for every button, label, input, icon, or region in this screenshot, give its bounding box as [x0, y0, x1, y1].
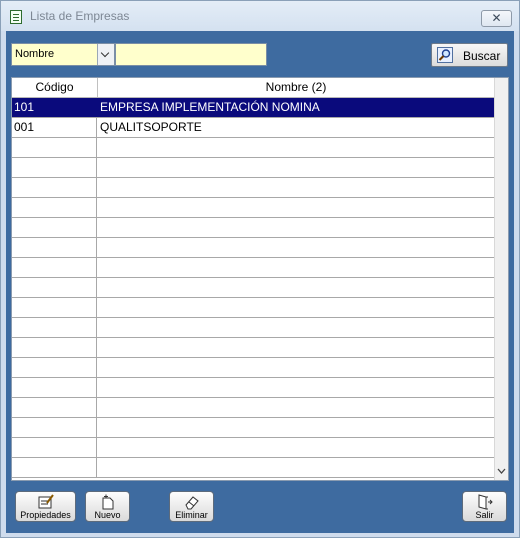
companies-table: Código Nombre (2) 101 EMPRESA IMPLEMENTAC… [11, 77, 509, 481]
cell-nombre [98, 158, 494, 177]
eliminar-label: Eliminar [175, 510, 208, 520]
cell-nombre [98, 398, 494, 417]
propiedades-label: Propiedades [20, 510, 71, 520]
empty-row[interactable] [12, 398, 494, 418]
column-header-nombre[interactable]: Nombre (2) [98, 78, 494, 97]
empty-row[interactable] [12, 418, 494, 438]
search-input[interactable] [115, 43, 267, 66]
field-select[interactable]: Nombre [11, 43, 115, 66]
cell-nombre [98, 138, 494, 157]
app-icon [10, 10, 22, 24]
cell-nombre [98, 378, 494, 397]
cell-codigo [12, 278, 97, 297]
cell-nombre: EMPRESA IMPLEMENTACIÓN NOMINA [100, 100, 320, 114]
salir-label: Salir [475, 510, 494, 520]
chevron-down-icon[interactable] [97, 44, 114, 65]
cell-nombre [98, 298, 494, 317]
properties-icon [38, 494, 54, 510]
propiedades-button[interactable]: Propiedades [15, 491, 76, 522]
cell-codigo [12, 178, 97, 197]
nuevo-button[interactable]: Nuevo [85, 491, 130, 522]
window-title: Lista de Empresas [30, 9, 130, 23]
empty-row[interactable] [12, 198, 494, 218]
cell-codigo [12, 258, 97, 277]
cell-codigo [12, 238, 97, 257]
cell-codigo [12, 158, 97, 177]
cell-codigo [12, 198, 97, 217]
scroll-up-icon[interactable] [497, 80, 506, 92]
buscar-button[interactable]: Buscar [431, 43, 508, 67]
empty-row[interactable] [12, 138, 494, 158]
table-header: Código Nombre (2) [12, 78, 494, 98]
empty-row[interactable] [12, 358, 494, 378]
cell-codigo: 001 [12, 118, 97, 137]
buscar-label: Buscar [463, 49, 501, 63]
empty-row[interactable] [12, 438, 494, 458]
empty-row[interactable] [12, 378, 494, 398]
cell-codigo [12, 398, 97, 417]
eliminar-button[interactable]: Eliminar [169, 491, 214, 522]
cell-nombre [98, 258, 494, 277]
table-row[interactable]: 001 QUALITSOPORTE [12, 118, 494, 138]
empty-row[interactable] [12, 298, 494, 318]
close-button[interactable]: ✕ [481, 10, 512, 27]
cell-codigo [12, 218, 97, 237]
cell-nombre [98, 338, 494, 357]
empty-row[interactable] [12, 318, 494, 338]
empty-row[interactable] [12, 238, 494, 258]
cell-nombre [98, 238, 494, 257]
cell-codigo [12, 378, 97, 397]
cell-codigo [12, 318, 97, 337]
cell-nombre [98, 358, 494, 377]
empty-row[interactable] [12, 278, 494, 298]
nuevo-label: Nuevo [94, 510, 121, 520]
main-frame: Nombre Buscar Código Nombre (2) 101 EMPRE… [6, 31, 514, 533]
window: Lista de Empresas ✕ Nombre Buscar Código [0, 0, 520, 538]
cell-nombre: QUALITSOPORTE [100, 120, 202, 134]
cell-codigo [12, 358, 97, 377]
cell-nombre [98, 198, 494, 217]
title-bar[interactable]: Lista de Empresas ✕ [1, 1, 519, 31]
vertical-scrollbar[interactable] [494, 78, 508, 480]
cell-nombre [98, 458, 494, 477]
cell-codigo [12, 458, 97, 477]
field-select-value: Nombre [15, 48, 55, 60]
cell-nombre [98, 278, 494, 297]
empty-row[interactable] [12, 338, 494, 358]
column-header-codigo[interactable]: Código [12, 78, 98, 97]
table-body: 101 EMPRESA IMPLEMENTACIÓN NOMINA 001 QUALI… [12, 98, 494, 478]
cell-codigo [12, 338, 97, 357]
search-toolbar: Nombre Buscar [6, 31, 514, 71]
chevron-down-icon[interactable] [497, 465, 506, 477]
cell-codigo [12, 438, 97, 457]
cell-codigo [12, 418, 97, 437]
new-document-icon [100, 494, 116, 510]
empty-row[interactable] [12, 178, 494, 198]
empty-row[interactable] [12, 158, 494, 178]
cell-nombre [98, 438, 494, 457]
cell-codigo: 101 [12, 98, 97, 117]
cell-nombre [98, 178, 494, 197]
table-row[interactable]: 101 EMPRESA IMPLEMENTACIÓN NOMINA [12, 98, 494, 118]
cell-nombre [98, 318, 494, 337]
empty-row[interactable] [12, 458, 494, 478]
salir-button[interactable]: Salir [462, 491, 507, 522]
cell-codigo [12, 138, 97, 157]
cell-nombre [98, 218, 494, 237]
cell-nombre [98, 418, 494, 437]
cell-codigo [12, 298, 97, 317]
empty-row[interactable] [12, 258, 494, 278]
exit-door-icon [477, 494, 493, 510]
empty-row[interactable] [12, 218, 494, 238]
search-icon [437, 47, 453, 63]
eraser-icon [184, 494, 200, 510]
